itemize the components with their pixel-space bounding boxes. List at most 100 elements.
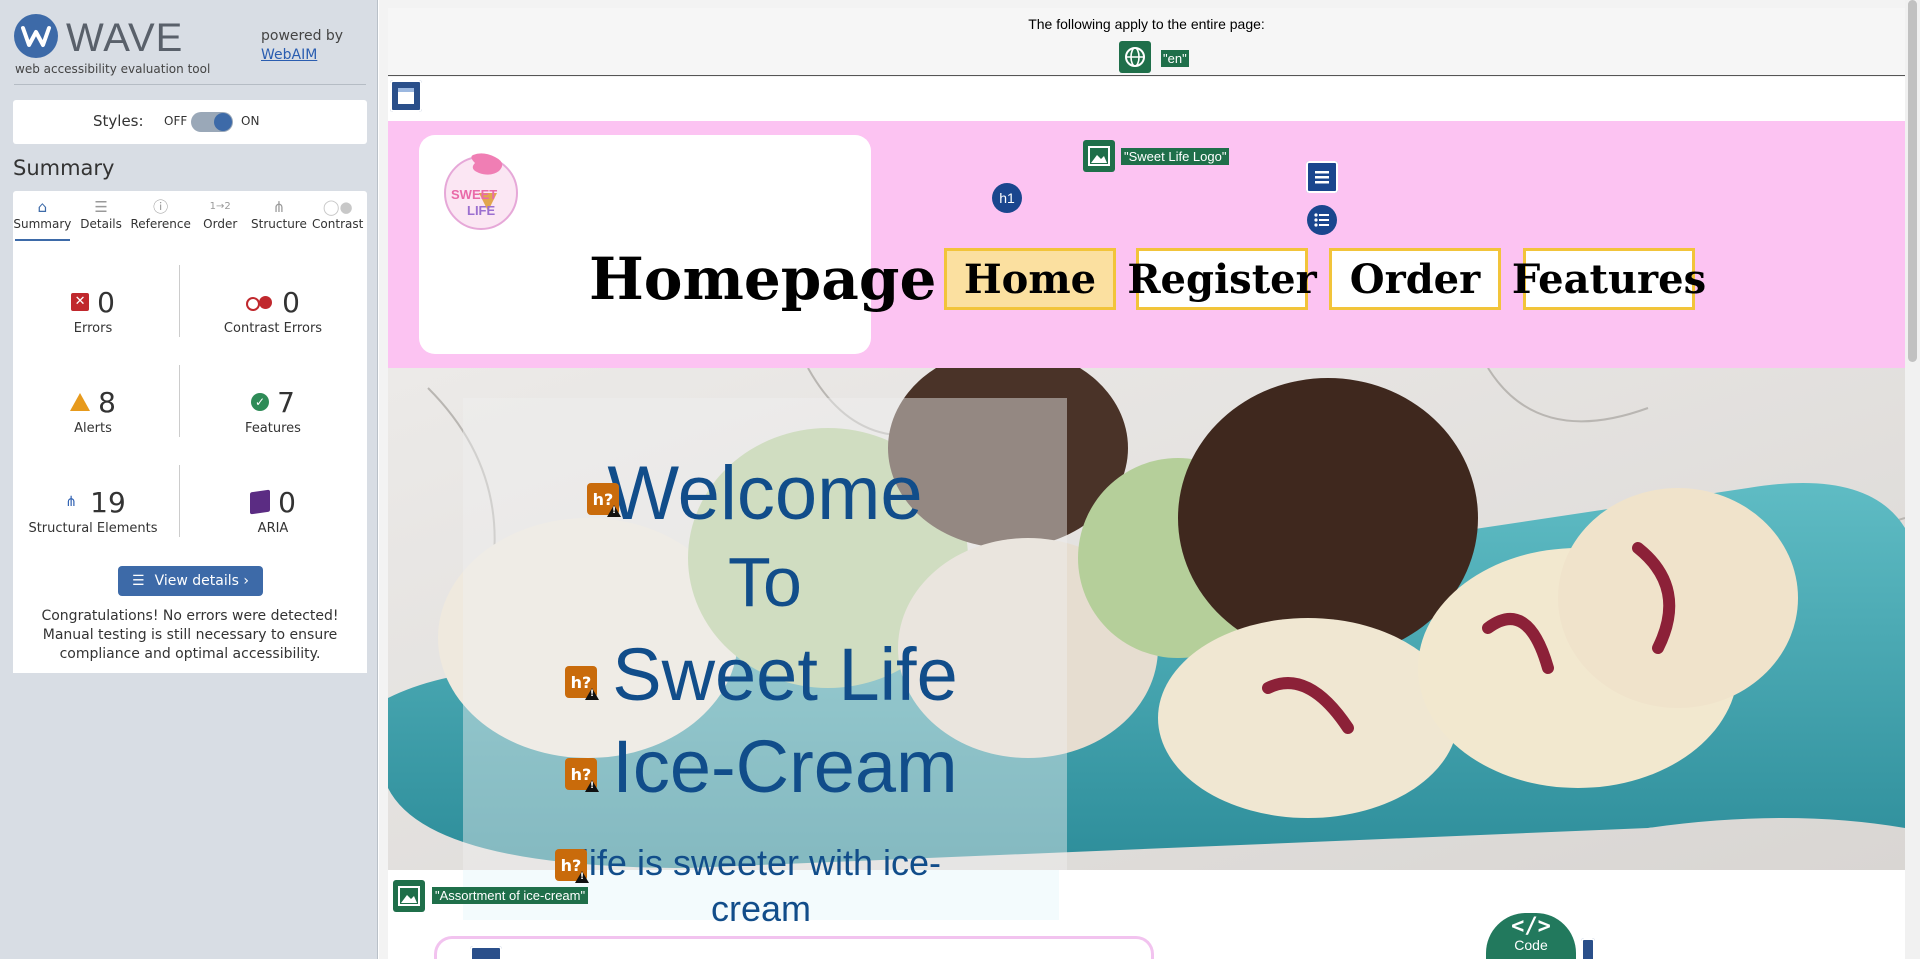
contrast-errors-count: 0: [282, 285, 300, 319]
tab-summary[interactable]: ⌂ Summary: [13, 191, 72, 241]
nav-features[interactable]: Features: [1512, 248, 1706, 310]
tab-order[interactable]: 1→2 Order: [191, 191, 250, 241]
tab-label: Summary: [13, 217, 72, 231]
congrats-message: Congratulations! No errors were detected…: [41, 608, 339, 662]
summary-heading: Summary: [13, 156, 115, 180]
styles-on-label: ON: [241, 114, 260, 128]
tab-label: Details: [80, 217, 122, 231]
list-icon: ☰: [94, 198, 108, 216]
errors-label: Errors: [73, 321, 113, 336]
svg-text:LIFE: LIFE: [467, 203, 495, 218]
header-divider: [14, 84, 366, 85]
tab-label: Contrast: [312, 217, 364, 231]
summary-panel: ✕ 0 Errors 0 Contrast Errors 8 Alerts ✓ 7 …: [13, 241, 367, 673]
hero-text-overlay: Welcome To Sweet Life Ice-Cream life is …: [463, 398, 1067, 870]
alert-icon: [70, 393, 91, 411]
contrast-icon: ◯●: [322, 198, 353, 216]
wave-logo-icon: [14, 14, 58, 58]
errors-count: 0: [97, 285, 115, 319]
region-icon[interactable]: [1581, 938, 1595, 959]
h1-badge[interactable]: h1: [992, 183, 1022, 213]
styles-toggle-switch[interactable]: [191, 112, 233, 132]
wave-sidebar: WAVE web accessibility evaluation tool p…: [0, 0, 378, 959]
image-alt-icon[interactable]: [1083, 140, 1115, 172]
webaim-link[interactable]: WebAIM: [261, 47, 317, 63]
tab-label: Reference: [130, 217, 191, 231]
wave-title: WAVE: [66, 16, 184, 60]
language-icon[interactable]: [1119, 41, 1151, 73]
stat-features: ✓ 7 Features: [193, 385, 353, 437]
alerts-count: 8: [98, 385, 116, 419]
page-top-strip: [388, 77, 1905, 121]
wave-header: WAVE web accessibility evaluation tool p…: [14, 14, 364, 84]
powered-by-text: powered by: [261, 28, 344, 44]
aria-label: ARIA: [257, 521, 289, 536]
page-note-bar: The following apply to the entire page: …: [388, 8, 1905, 76]
logo-alt-label: "Sweet Life Logo": [1121, 148, 1230, 165]
order-icon: 1→2: [209, 201, 231, 212]
structure-icon: ⋔: [65, 494, 78, 510]
sweet-life-logo-icon: SWEET LIFE: [444, 153, 518, 230]
list-icon[interactable]: [1307, 205, 1337, 235]
view-details-label: View details ›: [154, 573, 249, 589]
toggle-knob: [214, 113, 232, 131]
stat-divider: [179, 365, 180, 437]
aria-icon: [250, 489, 271, 515]
styles-toggle-box: Styles: OFF ON: [13, 100, 367, 144]
image-alt-icon[interactable]: [393, 880, 425, 912]
wave-subtitle: web accessibility evaluation tool: [15, 62, 211, 76]
tab-structure[interactable]: ⋔ Structure: [250, 191, 309, 241]
structural-label: Structural Elements: [28, 521, 158, 536]
tab-reference[interactable]: ⓘ Reference: [130, 191, 190, 241]
structural-count: 19: [90, 485, 126, 519]
region-icon[interactable]: [470, 946, 502, 959]
page-note: The following apply to the entire page:: [1028, 16, 1265, 32]
stat-structural: ⋔ 19 Structural Elements: [13, 485, 173, 537]
list-icon: ☰: [132, 573, 145, 589]
logo-card: SWEET LIFE Homepage: [419, 135, 936, 354]
stat-errors: ✕ 0 Errors: [13, 285, 173, 336]
hero-image-alt-label: "Assortment of ice-cream": [432, 887, 589, 904]
suspicious-heading-alert-icon[interactable]: h?: [555, 849, 589, 883]
nav-home[interactable]: Home: [944, 248, 1116, 310]
content-card: [434, 936, 1154, 959]
tab-contrast[interactable]: ◯● Contrast: [308, 191, 367, 241]
styles-label: Styles:: [93, 112, 144, 130]
alerts-label: Alerts: [74, 421, 112, 436]
styles-off-label: OFF: [164, 114, 188, 128]
suspicious-heading-alert-icon[interactable]: h?: [565, 758, 599, 792]
stat-contrast-errors: 0 Contrast Errors: [193, 285, 353, 337]
suspicious-heading-alert-icon[interactable]: h?: [565, 666, 599, 700]
navigation-region-icon[interactable]: [1306, 161, 1338, 193]
nav-register[interactable]: Register: [1127, 248, 1317, 310]
tab-label: Structure: [251, 217, 307, 231]
hero-to: To: [728, 543, 802, 621]
tab-label: Order: [203, 217, 238, 231]
tab-details[interactable]: ☰ Details: [72, 191, 131, 241]
header-region-icon[interactable]: [390, 80, 422, 112]
contrast-error-icon: [246, 295, 274, 311]
features-count: 7: [277, 385, 295, 419]
svg-text:SWEET: SWEET: [451, 187, 497, 202]
code-toggle-button[interactable]: </> Code: [1486, 913, 1576, 959]
view-details-button[interactable]: ☰ View details ›: [118, 566, 263, 596]
hero-tagline-line1: life is sweeter with ice-: [580, 842, 942, 883]
stat-divider: [179, 265, 180, 337]
nav-order[interactable]: Order: [1329, 248, 1501, 310]
suspicious-heading-alert-icon[interactable]: h?: [587, 483, 621, 517]
panel-tabs: ⌂ Summary ☰ Details ⓘ Reference 1→2 Orde…: [13, 191, 367, 241]
stat-divider: [179, 465, 180, 537]
info-icon: ⓘ: [153, 198, 169, 216]
stat-aria: 0 ARIA: [193, 485, 353, 536]
feature-check-icon: ✓: [251, 393, 270, 411]
stat-alerts: 8 Alerts: [13, 385, 173, 436]
code-label: Code: [1514, 937, 1548, 953]
scrollbar-thumb[interactable]: [1908, 0, 1917, 362]
hero-image: Welcome To Sweet Life Ice-Cream life is …: [388, 368, 1905, 870]
page-scrollbar[interactable]: [1905, 0, 1920, 959]
page-viewport: The following apply to the entire page: …: [379, 0, 1905, 959]
contrast-errors-label: Contrast Errors: [223, 321, 323, 336]
aria-count: 0: [278, 485, 296, 519]
language-label: "en": [1161, 50, 1189, 67]
home-icon: ⌂: [37, 198, 48, 216]
